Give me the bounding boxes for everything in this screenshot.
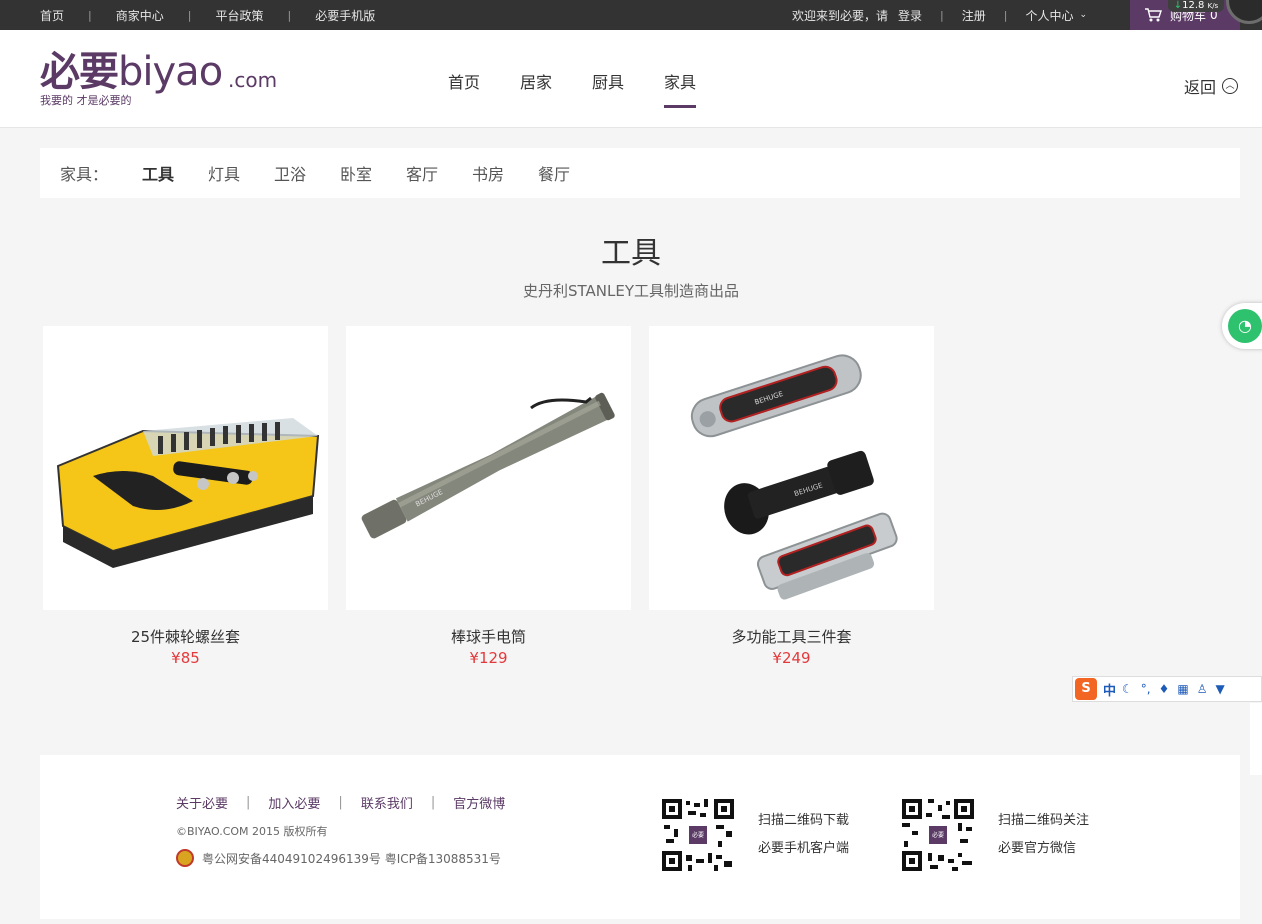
category-tools[interactable]: 工具 bbox=[142, 161, 191, 185]
footer: 关于必要 | 加入必要 | 联系我们 | 官方微博 ©BIYAO.COM 201… bbox=[40, 755, 1240, 919]
category-lighting[interactable]: 灯具 bbox=[208, 161, 257, 185]
divider: | bbox=[246, 795, 251, 810]
divider: | bbox=[338, 795, 343, 810]
top-link-home[interactable]: 首页 bbox=[40, 7, 64, 24]
product-price: ¥249 bbox=[772, 649, 811, 667]
divider: | bbox=[430, 795, 436, 810]
qr-code-app: 必要 bbox=[660, 797, 736, 873]
category-bedroom[interactable]: 卧室 bbox=[340, 161, 389, 185]
back-button[interactable]: 返回 ︿ bbox=[1184, 74, 1239, 98]
back-label: 返回 bbox=[1184, 78, 1217, 97]
category-bathroom[interactable]: 卫浴 bbox=[274, 161, 323, 185]
qr-code-wechat: 必要 bbox=[900, 797, 976, 873]
top-bar: 首页 | 商家中心 | 平台政策 | 必要手机版 欢迎来到必要，请 登录 | 注… bbox=[0, 0, 1262, 30]
site-logo[interactable]: 必要biyao .com 我要的 才是必要的 bbox=[40, 50, 280, 110]
category-label: 家具： bbox=[60, 165, 109, 184]
logo-dotcom: .com bbox=[228, 68, 278, 92]
category-living-room[interactable]: 客厅 bbox=[406, 161, 455, 185]
divider: | bbox=[88, 8, 92, 22]
top-link-mobile[interactable]: 必要手机版 bbox=[315, 7, 375, 24]
keyboard-icon[interactable]: ▦ bbox=[1177, 682, 1188, 696]
footer-links: 关于必要 | 加入必要 | 联系我们 | 官方微博 bbox=[176, 793, 505, 812]
logo-text: 必要biyao bbox=[40, 49, 223, 95]
top-links: 首页 | 商家中心 | 平台政策 | 必要手机版 bbox=[40, 0, 375, 30]
product-image-screwdriver-set[interactable] bbox=[43, 326, 328, 610]
product-price: ¥85 bbox=[171, 649, 200, 667]
top-link-policy[interactable]: 平台政策 bbox=[215, 7, 263, 24]
footer-link-contact[interactable]: 联系我们 bbox=[361, 793, 413, 812]
qr-center-logo: 必要 bbox=[928, 825, 948, 845]
nav-kitchen[interactable]: 厨具 bbox=[592, 30, 624, 128]
nav-home[interactable]: 首页 bbox=[448, 30, 480, 128]
sogou-logo-icon: S bbox=[1075, 678, 1097, 700]
divider: | bbox=[187, 8, 192, 22]
top-link-merchant[interactable]: 商家中心 bbox=[116, 7, 164, 24]
divider: | bbox=[1003, 8, 1008, 22]
footer-link-about[interactable]: 关于必要 bbox=[176, 793, 228, 812]
qr-wechat-caption: 扫描二维码关注 必要官方微信 bbox=[998, 807, 1089, 863]
category-bar: 家具： 工具 灯具 卫浴 卧室 客厅 书房 餐厅 bbox=[40, 148, 1240, 198]
product-card[interactable]: BEHUGE BEHUGE 多功能工具三件套 ¥249 bbox=[649, 326, 934, 667]
side-toolbar[interactable] bbox=[1250, 703, 1262, 775]
logo-slogan: 我要的 才是必要的 bbox=[40, 94, 132, 107]
category-study[interactable]: 书房 bbox=[472, 161, 521, 185]
qr-wechat-line2: 必要官方微信 bbox=[998, 841, 1077, 856]
speed-arrow-icon: ↓ bbox=[1173, 0, 1183, 11]
product-name[interactable]: 多功能工具三件套 bbox=[649, 626, 934, 647]
qr-center-logo: 必要 bbox=[688, 825, 708, 845]
section-title: 工具 bbox=[601, 236, 661, 271]
product-name[interactable]: 棒球手电筒 bbox=[346, 626, 631, 647]
product-image-flashlight[interactable]: BEHUGE bbox=[346, 326, 631, 610]
qr-app-caption: 扫描二维码下载 必要手机客户端 bbox=[758, 807, 849, 863]
footer-link-weibo[interactable]: 官方微博 bbox=[453, 793, 505, 812]
register-link[interactable]: 注册 bbox=[962, 7, 986, 24]
ime-mode[interactable]: 中 bbox=[1103, 680, 1116, 699]
punctuation-icon[interactable]: °, bbox=[1141, 682, 1151, 696]
copyright: ©BIYAO.COM 2015 版权所有 bbox=[176, 825, 328, 838]
police-badge-icon bbox=[176, 849, 194, 867]
speed-value: 12.8 bbox=[1182, 0, 1205, 11]
nav-furniture[interactable]: 家具 bbox=[664, 30, 697, 128]
shirt-icon[interactable]: ▼ bbox=[1215, 682, 1224, 696]
product-card[interactable]: 25件棘轮螺丝套 ¥85 bbox=[43, 326, 328, 667]
qr-wechat-line1: 扫描二维码关注 bbox=[998, 813, 1090, 828]
divider: | bbox=[940, 8, 944, 22]
qr-app-line1: 扫描二维码下载 bbox=[758, 813, 850, 828]
user-center-link[interactable]: 个人中心 bbox=[1025, 7, 1073, 24]
wifi-widget[interactable]: ◔ bbox=[1222, 303, 1262, 349]
chevron-down-icon: ⌄ bbox=[1079, 10, 1088, 20]
cart-icon bbox=[1145, 8, 1162, 22]
welcome-text: 欢迎来到必要，请 bbox=[792, 8, 889, 23]
product-image-multi-tool-set[interactable]: BEHUGE BEHUGE bbox=[649, 326, 934, 610]
divider: | bbox=[287, 8, 292, 22]
section-subtitle: 史丹利STANLEY工具制造商出品 bbox=[523, 282, 739, 300]
chevron-up-icon: ︿ bbox=[1222, 78, 1239, 94]
microphone-icon[interactable]: ♦ bbox=[1159, 682, 1170, 696]
nav-home-living[interactable]: 居家 bbox=[520, 30, 552, 128]
main-nav: 首页 居家 厨具 家具 bbox=[448, 30, 736, 128]
qr-app-line2: 必要手机客户端 bbox=[758, 841, 850, 856]
product-card[interactable]: BEHUGE 棒球手电筒 ¥129 bbox=[346, 326, 631, 667]
footer-link-join[interactable]: 加入必要 bbox=[268, 793, 320, 812]
product-price: ¥129 bbox=[469, 649, 508, 667]
moon-icon[interactable]: ☾ bbox=[1122, 682, 1133, 696]
login-link[interactable]: 登录 bbox=[898, 7, 922, 24]
icp-record: 粤公网安备44049102496139号 粤ICP备13088531号 bbox=[176, 849, 501, 867]
wifi-icon: ◔ bbox=[1228, 309, 1262, 343]
user-icon[interactable]: ♙ bbox=[1197, 682, 1208, 696]
ime-toolbar[interactable]: S 中 ☾ °, ♦ ▦ ♙ ▼ bbox=[1072, 676, 1262, 702]
top-user-area: 欢迎来到必要，请 登录 | 注册 | 个人中心 ⌄ bbox=[792, 0, 1087, 30]
icp-text: 粤公网安备44049102496139号 粤ICP备13088531号 bbox=[202, 851, 501, 866]
speed-unit: K/s bbox=[1207, 2, 1219, 10]
category-dining[interactable]: 餐厅 bbox=[538, 161, 587, 185]
net-speed-badge: ↓12.8 K/s bbox=[1168, 0, 1224, 12]
header: 必要biyao .com 我要的 才是必要的 首页 居家 厨具 家具 返回 ︿ bbox=[0, 30, 1262, 128]
product-name[interactable]: 25件棘轮螺丝套 bbox=[43, 626, 328, 647]
